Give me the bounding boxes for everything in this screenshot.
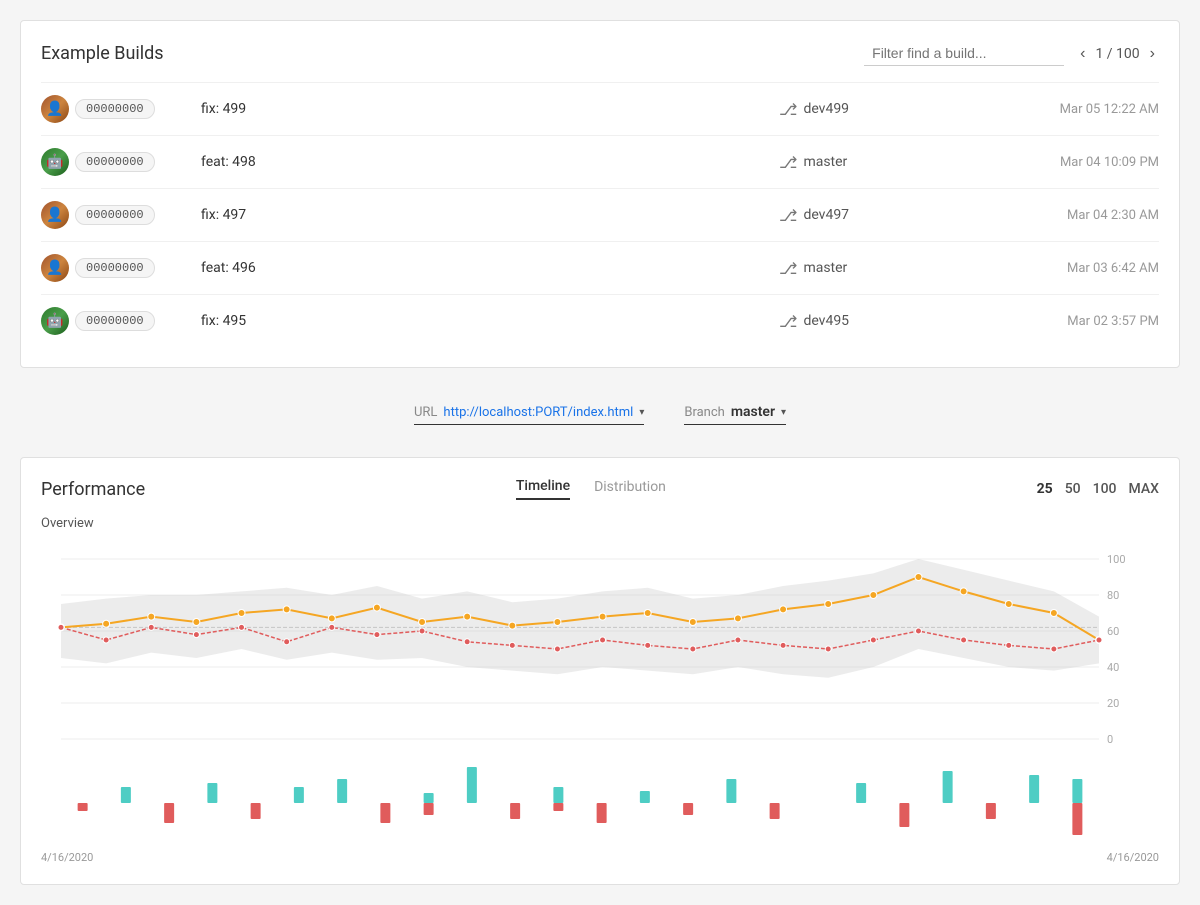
date-labels: 4/16/2020 4/16/2020 (41, 851, 1159, 864)
pagination-label: 1 / 100 (1095, 46, 1139, 62)
performance-section: Performance Timeline Distribution 25 50 … (20, 457, 1180, 885)
branch-name: master (803, 260, 847, 276)
count-buttons: 25 50 100 MAX (1037, 481, 1159, 497)
build-date: Mar 05 12:22 AM (979, 102, 1159, 117)
branch-icon: ⎇ (779, 100, 797, 119)
builds-title: Example Builds (41, 43, 164, 64)
branch-icon: ⎇ (779, 312, 797, 331)
build-id-badge: 00000000 (75, 99, 155, 119)
build-message: fix: 497 (201, 207, 779, 223)
perf-tabs: Timeline Distribution (516, 478, 666, 500)
build-date: Mar 02 3:57 PM (979, 314, 1159, 329)
build-message: fix: 495 (201, 313, 779, 329)
branch-value: master (731, 404, 775, 420)
build-date: Mar 04 10:09 PM (979, 155, 1159, 170)
build-id-badge: 00000000 (75, 258, 155, 278)
branch-icon: ⎇ (779, 206, 797, 225)
chart-area: 100 80 60 40 20 0 (41, 539, 1159, 847)
branch-dropdown-icon: ▾ (781, 407, 786, 418)
builds-header: Example Builds ‹ 1 / 100 › (41, 41, 1159, 66)
svg-text:40: 40 (1107, 661, 1119, 674)
build-id-badge: 00000000 (75, 205, 155, 225)
perf-header: Performance Timeline Distribution 25 50 … (41, 478, 1159, 500)
build-branch-cell: ⎇ dev499 (779, 100, 979, 119)
url-label: URL (414, 405, 437, 420)
builds-section: Example Builds ‹ 1 / 100 › 👤 00000000 fi… (20, 20, 1180, 368)
build-date: Mar 03 6:42 AM (979, 261, 1159, 276)
branch-icon: ⎇ (779, 153, 797, 172)
bar-chart (41, 763, 1159, 843)
date-start: 4/16/2020 (41, 851, 93, 864)
build-id-badge: 00000000 (75, 152, 155, 172)
svg-text:0: 0 (1107, 733, 1113, 746)
build-branch-cell: ⎇ master (779, 153, 979, 172)
build-branch-cell: ⎇ master (779, 259, 979, 278)
avatar-image: 👤 (41, 254, 69, 282)
branch-name: dev495 (803, 313, 849, 329)
url-filter[interactable]: URL http://localhost:PORT/index.html ▾ (414, 405, 644, 425)
build-id-cell: 👤 00000000 (41, 95, 201, 123)
branch-label: Branch (684, 405, 724, 420)
filter-input[interactable] (864, 41, 1064, 66)
avatar-image: 👤 (41, 201, 69, 229)
avatar: 👤 (41, 254, 69, 282)
avatar-image: 🤖 (41, 148, 69, 176)
filter-bar: URL http://localhost:PORT/index.html ▾ B… (20, 388, 1180, 441)
tab-timeline[interactable]: Timeline (516, 478, 570, 500)
avatar: 👤 (41, 201, 69, 229)
branch-name: dev499 (803, 101, 849, 117)
pagination-prev-button[interactable]: ‹ (1076, 43, 1089, 65)
build-message: fix: 499 (201, 101, 779, 117)
table-row[interactable]: 👤 00000000 fix: 497 ⎇ dev497 Mar 04 2:30… (41, 188, 1159, 241)
build-date: Mar 04 2:30 AM (979, 208, 1159, 223)
branch-name: master (803, 154, 847, 170)
timeline-chart: 100 80 60 40 20 0 (41, 539, 1159, 759)
count-max[interactable]: MAX (1129, 481, 1160, 497)
builds-list: 👤 00000000 fix: 499 ⎇ dev499 Mar 05 12:2… (41, 82, 1159, 347)
build-id-cell: 👤 00000000 (41, 254, 201, 282)
build-message: feat: 496 (201, 260, 779, 276)
tab-distribution[interactable]: Distribution (594, 479, 666, 499)
builds-header-right: ‹ 1 / 100 › (864, 41, 1159, 66)
table-row[interactable]: 👤 00000000 fix: 499 ⎇ dev499 Mar 05 12:2… (41, 82, 1159, 135)
url-dropdown-icon: ▾ (639, 407, 644, 418)
pagination: ‹ 1 / 100 › (1076, 43, 1159, 65)
count-25[interactable]: 25 (1037, 481, 1053, 497)
build-id-cell: 👤 00000000 (41, 201, 201, 229)
perf-title: Performance (41, 479, 145, 500)
build-branch-cell: ⎇ dev497 (779, 206, 979, 225)
count-50[interactable]: 50 (1065, 481, 1081, 497)
avatar: 🤖 (41, 148, 69, 176)
pagination-next-button[interactable]: › (1146, 43, 1159, 65)
build-message: feat: 498 (201, 154, 779, 170)
branch-icon: ⎇ (779, 259, 797, 278)
svg-text:60: 60 (1107, 625, 1119, 638)
avatar: 👤 (41, 95, 69, 123)
svg-text:20: 20 (1107, 697, 1119, 710)
svg-text:100: 100 (1107, 553, 1126, 566)
avatar-image: 👤 (41, 95, 69, 123)
build-id-cell: 🤖 00000000 (41, 148, 201, 176)
build-branch-cell: ⎇ dev495 (779, 312, 979, 331)
count-100[interactable]: 100 (1093, 481, 1117, 497)
branch-name: dev497 (803, 207, 849, 223)
branch-filter[interactable]: Branch master ▾ (684, 404, 786, 425)
overview-label: Overview (41, 516, 1159, 531)
date-end: 4/16/2020 (1107, 851, 1159, 864)
avatar-image: 🤖 (41, 307, 69, 335)
url-value: http://localhost:PORT/index.html (443, 405, 633, 420)
build-id-badge: 00000000 (75, 311, 155, 331)
table-row[interactable]: 🤖 00000000 feat: 498 ⎇ master Mar 04 10:… (41, 135, 1159, 188)
table-row[interactable]: 👤 00000000 feat: 496 ⎇ master Mar 03 6:4… (41, 241, 1159, 294)
table-row[interactable]: 🤖 00000000 fix: 495 ⎇ dev495 Mar 02 3:57… (41, 294, 1159, 347)
svg-text:80: 80 (1107, 589, 1119, 602)
build-id-cell: 🤖 00000000 (41, 307, 201, 335)
avatar: 🤖 (41, 307, 69, 335)
